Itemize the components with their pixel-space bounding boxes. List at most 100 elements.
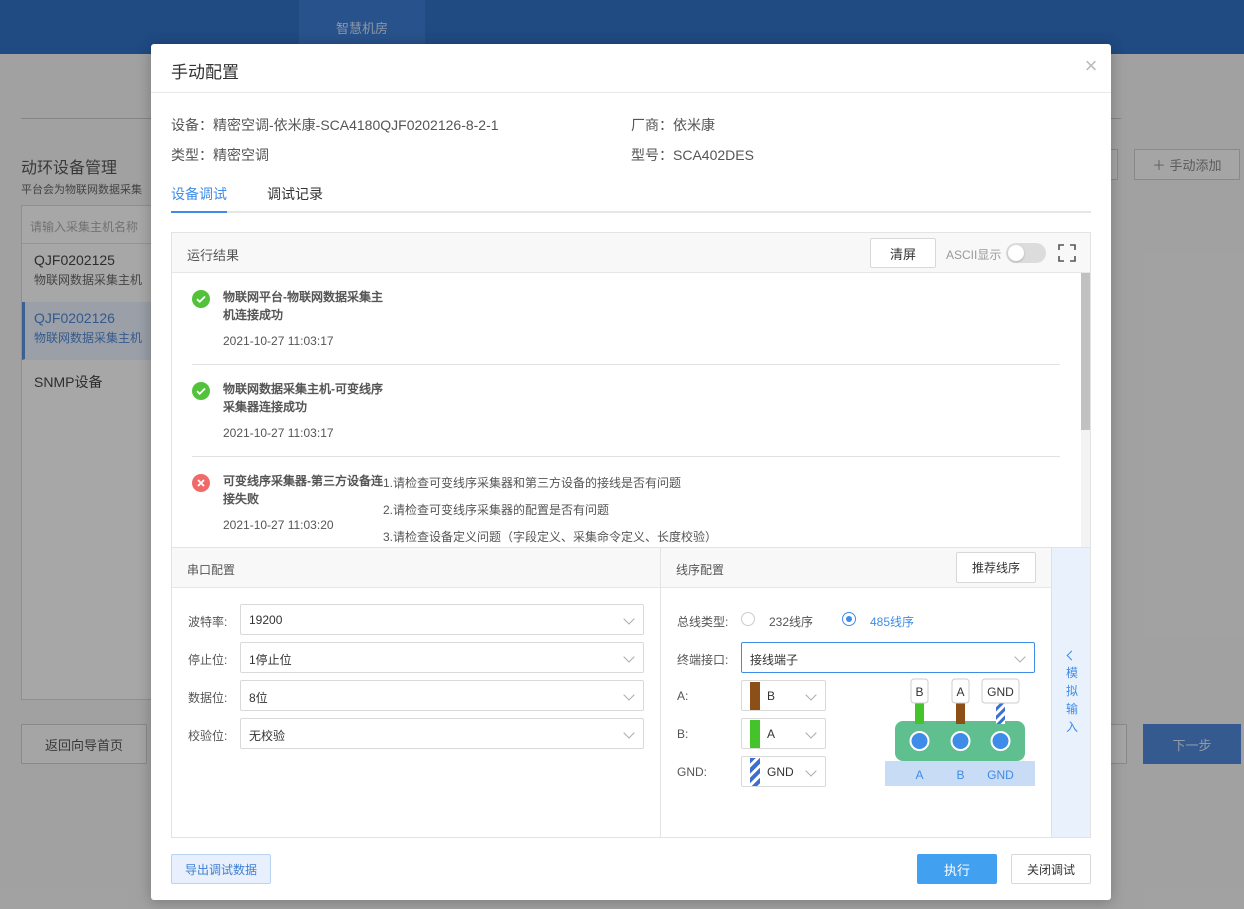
- chevron-down-icon: [623, 727, 635, 739]
- panel-header: 串口配置: [172, 548, 660, 588]
- stop-bit-label: 停止位:: [188, 653, 228, 667]
- scrollbar-thumb[interactable]: [1081, 273, 1090, 430]
- result-item-time: 2021-10-27 11:03:17: [223, 426, 334, 440]
- wire-color-swatch: [750, 682, 760, 710]
- radio-485-label: 485线序: [870, 615, 915, 629]
- stop-bit-select[interactable]: 1停止位: [240, 642, 644, 673]
- result-item-title: 物联网数据采集主机-可变线序采集器连接成功: [223, 382, 383, 414]
- fullscreen-icon[interactable]: [1058, 244, 1076, 262]
- tab-debug-records[interactable]: 调试记录: [267, 184, 327, 213]
- diagram-label: A: [956, 685, 964, 699]
- simulate-input-toggle[interactable]: 模拟输入: [1051, 548, 1090, 837]
- result-item-time: 2021-10-27 11:03:20: [223, 518, 334, 532]
- radio-485[interactable]: [842, 612, 856, 626]
- wire-color-swatch: [750, 758, 760, 786]
- wire-gnd-label: GND:: [677, 765, 707, 779]
- result-panel: 运行结果 清屏 ASCII显示 物联网平台-物联网数据采集主机连接成功 2021…: [171, 232, 1091, 548]
- select-value: 1停止位: [249, 653, 292, 667]
- error-hint: 3.请检查设备定义问题（字段定义、采集命令定义、长度校验）: [383, 530, 718, 544]
- close-debug-button[interactable]: 关闭调试: [1011, 854, 1091, 884]
- wiring-config-title: 线序配置: [676, 563, 725, 577]
- select-value: GND: [767, 765, 794, 779]
- data-bit-select[interactable]: 8位: [240, 680, 644, 711]
- result-item: 可变线序采集器-第三方设备连接失败 2021-10-27 11:03:20 1.…: [192, 472, 1060, 547]
- wire-b-select[interactable]: A: [741, 718, 826, 749]
- bus-type-label: 总线类型:: [677, 615, 729, 629]
- baud-rate-select[interactable]: 19200: [240, 604, 644, 635]
- error-hint: 1.请检查可变线序采集器和第三方设备的接线是否有问题: [383, 476, 682, 490]
- terminal-port-select[interactable]: 接线端子: [741, 642, 1035, 673]
- chevron-down-icon: [805, 727, 817, 739]
- select-value: 19200: [249, 613, 283, 627]
- result-item-title: 可变线序采集器-第三方设备连接失败: [223, 474, 383, 506]
- success-check-icon: [192, 382, 210, 400]
- manual-config-dialog: 手动配置 × 设备：精密空调-依米康-SCA4180QJF0202126-8-2…: [151, 44, 1111, 900]
- execute-button[interactable]: 执行: [917, 854, 997, 884]
- serial-config-title: 串口配置: [187, 563, 236, 577]
- wire-gnd-select[interactable]: GND: [741, 756, 826, 787]
- diagram-label: A: [915, 768, 923, 782]
- success-check-icon: [192, 290, 210, 308]
- device-info: 设备：精密空调-依米康-SCA4180QJF0202126-8-2-1: [171, 117, 499, 133]
- radio-232-label: 232线序: [769, 615, 814, 629]
- wire-a-label: A:: [677, 689, 689, 703]
- tab-device-debug[interactable]: 设备调试: [171, 184, 227, 213]
- baud-rate-label: 波特率:: [188, 615, 228, 629]
- serial-config-panel: 串口配置 波特率: 19200 停止位: 1停止位 数据位: 8位 校验位: 无…: [172, 548, 661, 837]
- select-value: B: [767, 689, 776, 703]
- dialog-header: 手动配置: [151, 44, 1111, 93]
- config-section: 串口配置 波特率: 19200 停止位: 1停止位 数据位: 8位 校验位: 无…: [171, 547, 1091, 838]
- wire-b-label: B:: [677, 727, 689, 741]
- select-value: 接线端子: [750, 653, 799, 667]
- parity-select[interactable]: 无校验: [240, 718, 644, 749]
- ascii-display-label: ASCII显示: [946, 248, 1002, 262]
- wiring-config-panel: 线序配置 推荐线序 总线类型: 232线序 485线序 终端接口: 接线端子 A…: [661, 548, 1051, 837]
- result-log: 物联网平台-物联网数据采集主机连接成功 2021-10-27 11:03:17 …: [172, 273, 1080, 547]
- terminal-port-label: 终端接口:: [677, 653, 729, 667]
- diagram-label: B: [956, 768, 964, 782]
- simulate-input-label: 模拟输入: [1065, 666, 1078, 734]
- diagram-label: GND: [987, 685, 1014, 699]
- result-scrollbar[interactable]: [1081, 273, 1090, 548]
- parity-label: 校验位:: [188, 729, 228, 743]
- ascii-display-toggle[interactable]: [1006, 243, 1046, 263]
- recommend-wiring-button[interactable]: 推荐线序: [956, 552, 1036, 583]
- chevron-down-icon: [623, 651, 635, 663]
- export-debug-data-button[interactable]: 导出调试数据: [171, 854, 271, 884]
- close-icon[interactable]: ×: [1081, 55, 1101, 77]
- error-x-icon: [192, 474, 210, 492]
- result-item-time: 2021-10-27 11:03:17: [223, 334, 334, 348]
- clear-screen-button[interactable]: 清屏: [870, 238, 936, 268]
- vendor-info: 厂商：依米康: [631, 117, 715, 133]
- divider: [192, 456, 1060, 457]
- panel-header: 线序配置 推荐线序: [661, 548, 1051, 588]
- diagram-label: GND: [987, 768, 1014, 782]
- result-item: 物联网平台-物联网数据采集主机连接成功 2021-10-27 11:03:17: [192, 288, 1060, 368]
- diagram-label: B: [915, 685, 923, 699]
- chevron-down-icon: [805, 765, 817, 777]
- select-value: 8位: [249, 691, 268, 705]
- chevron-down-icon: [623, 613, 635, 625]
- chevron-down-icon: [805, 689, 817, 701]
- result-item: 物联网数据采集主机-可变线序采集器连接成功 2021-10-27 11:03:1…: [192, 380, 1060, 460]
- divider: [192, 364, 1060, 365]
- chevron-down-icon: [623, 689, 635, 701]
- result-header: 运行结果 清屏 ASCII显示: [172, 233, 1090, 273]
- type-info: 类型：精密空调: [171, 147, 269, 163]
- chevron-down-icon: [1014, 651, 1026, 663]
- chevron-left-icon: [1066, 650, 1077, 661]
- result-title: 运行结果: [187, 248, 240, 263]
- select-value: 无校验: [249, 729, 286, 743]
- select-value: A: [767, 727, 776, 741]
- wire-color-swatch: [750, 720, 760, 748]
- data-bit-label: 数据位:: [188, 691, 228, 705]
- result-item-title: 物联网平台-物联网数据采集主机连接成功: [223, 290, 383, 322]
- radio-232[interactable]: [741, 612, 755, 626]
- dialog-title: 手动配置: [171, 63, 239, 82]
- dialog-tabs: 设备调试 调试记录: [171, 184, 1091, 213]
- error-hint: 2.请检查可变线序采集器的配置是否有问题: [383, 503, 610, 517]
- toggle-knob: [1008, 245, 1024, 261]
- model-info: 型号：SCA402DES: [631, 147, 754, 163]
- terminal-wiring-diagram: B A GND A B GND: [885, 678, 1035, 786]
- wire-a-select[interactable]: B: [741, 680, 826, 711]
